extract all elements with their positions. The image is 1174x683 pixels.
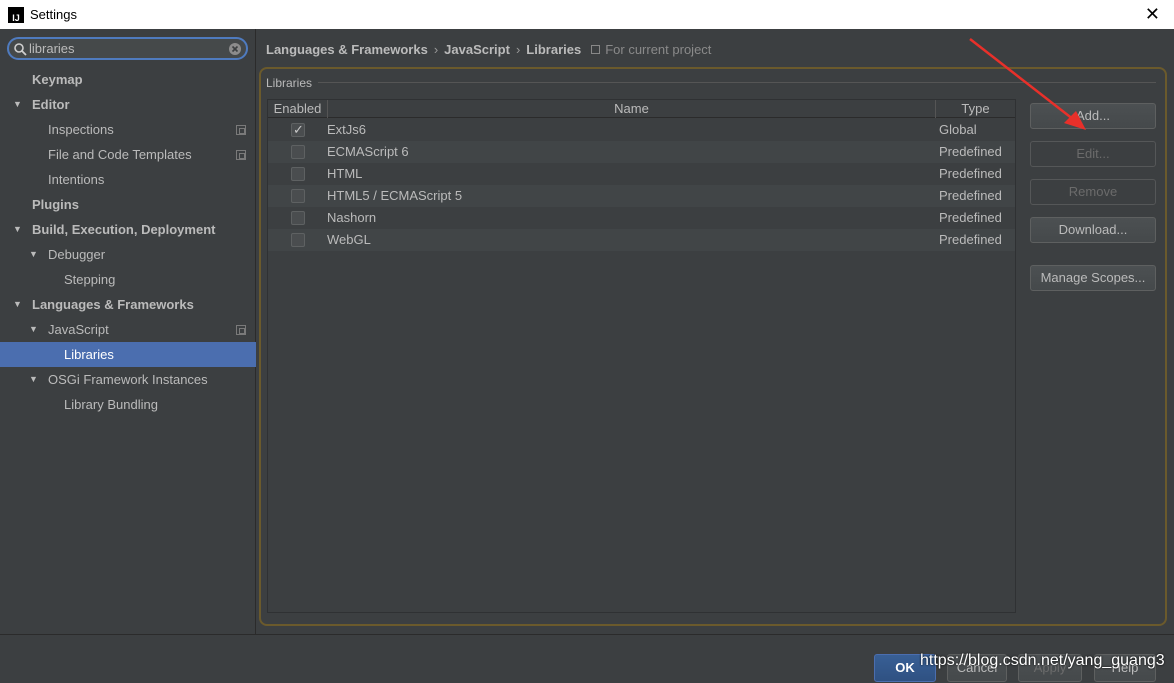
manage-scopes-button[interactable]: Manage Scopes... xyxy=(1030,265,1156,291)
settings-tree: Keymap ▼ Editor Inspections File and Code Te… xyxy=(0,67,256,417)
column-header-enabled[interactable]: Enabled xyxy=(268,100,328,118)
library-type: Predefined xyxy=(939,210,1002,225)
breadcrumb-item: Languages & Frameworks xyxy=(266,41,428,57)
library-name: ECMAScript 6 xyxy=(327,144,409,159)
expand-arrow-icon[interactable]: ▼ xyxy=(13,92,22,117)
breadcrumb-separator: › xyxy=(515,41,521,57)
tree-item-label: Editor xyxy=(32,97,70,112)
project-level-icon xyxy=(236,150,246,160)
tree-item[interactable]: ▼ Debugger xyxy=(0,242,256,267)
enabled-checkbox[interactable] xyxy=(291,189,305,203)
column-header-name[interactable]: Name xyxy=(328,100,936,118)
tree-item-label: Stepping xyxy=(64,272,116,287)
settings-search[interactable] xyxy=(7,37,248,60)
library-name: Nashorn xyxy=(327,210,377,225)
tree-item-label: JavaScript xyxy=(48,322,109,337)
project-level-icon xyxy=(236,325,246,335)
table-header: Enabled Name Type xyxy=(268,100,1015,118)
tree-item-label: Intentions xyxy=(48,172,105,187)
expand-arrow-icon[interactable]: ▼ xyxy=(13,217,22,242)
title-bar: IJ Settings ✕ xyxy=(0,0,1174,29)
tree-item[interactable]: Plugins xyxy=(0,192,256,217)
checkmark-icon: ✓ xyxy=(293,123,304,138)
clear-search-icon[interactable] xyxy=(228,42,242,56)
enabled-checkbox[interactable] xyxy=(291,167,305,181)
table-row[interactable]: ✓ ExtJs6 Global xyxy=(268,119,1015,141)
library-type: Predefined xyxy=(939,232,1002,247)
enabled-checkbox[interactable]: ✓ xyxy=(291,123,305,138)
library-type: Predefined xyxy=(939,188,1002,203)
tree-item-label: File and Code Templates xyxy=(48,147,192,162)
expand-arrow-icon[interactable]: ▼ xyxy=(29,242,38,267)
settings-sidebar: Keymap ▼ Editor Inspections File and Code Te… xyxy=(0,29,256,634)
library-name: HTML5 / ECMAScript 5 xyxy=(327,188,463,203)
tree-item[interactable]: ▼ Editor xyxy=(0,92,256,117)
close-window-icon[interactable]: ✕ xyxy=(1145,4,1160,25)
breadcrumb: Languages & Frameworks › JavaScript › Li… xyxy=(266,40,711,58)
download-library-button[interactable]: Download... xyxy=(1030,217,1156,243)
watermark-text: https://blog.csdn.net/yang_guang3 xyxy=(920,652,1165,669)
breadcrumb-item: Libraries xyxy=(526,41,582,57)
library-name: WebGL xyxy=(327,232,371,247)
search-icon xyxy=(14,42,27,56)
tree-item-label: Keymap xyxy=(32,72,83,87)
window-title: Settings xyxy=(30,7,77,22)
library-name: ExtJs6 xyxy=(327,122,367,137)
libraries-group-title: Libraries xyxy=(266,76,313,90)
breadcrumb-separator: › xyxy=(433,41,439,57)
tree-item-label: Languages & Frameworks xyxy=(32,297,194,312)
tree-item[interactable]: Keymap xyxy=(0,67,256,92)
expand-arrow-icon[interactable]: ▼ xyxy=(29,367,38,392)
library-type: Predefined xyxy=(939,166,1002,181)
tree-item[interactable]: Inspections xyxy=(0,117,256,142)
tree-item-label: Inspections xyxy=(48,122,114,137)
tree-item[interactable]: ▼ Languages & Frameworks xyxy=(0,292,256,317)
table-row[interactable]: HTML Predefined xyxy=(268,163,1015,185)
tree-item[interactable]: Intentions xyxy=(0,167,256,192)
tree-item[interactable]: ▼ OSGi Framework Instances xyxy=(0,367,256,392)
search-input[interactable] xyxy=(29,41,219,56)
project-level-icon xyxy=(236,125,246,135)
enabled-checkbox[interactable] xyxy=(291,211,305,225)
expand-arrow-icon[interactable]: ▼ xyxy=(29,317,38,342)
remove-library-button[interactable]: Remove xyxy=(1030,179,1156,205)
tree-item[interactable]: ▼ Build, Execution, Deployment xyxy=(0,217,256,242)
libraries-table: Enabled Name Type ✓ ExtJs6 Global ECMAScrip… xyxy=(267,99,1016,613)
enabled-checkbox[interactable] xyxy=(291,233,305,247)
table-row[interactable]: HTML5 / ECMAScript 5 Predefined xyxy=(268,185,1015,207)
table-row[interactable]: WebGL Predefined xyxy=(268,229,1015,251)
tree-item[interactable]: ▼ JavaScript xyxy=(0,317,256,342)
tree-item-label: OSGi Framework Instances xyxy=(48,372,208,387)
intellij-app-icon: IJ xyxy=(8,6,24,23)
tree-item[interactable]: Stepping xyxy=(0,267,256,292)
tree-item[interactable]: Libraries xyxy=(0,342,256,367)
tree-item-label: Debugger xyxy=(48,247,106,262)
expand-arrow-icon[interactable]: ▼ xyxy=(13,292,22,317)
tree-item-label: Libraries xyxy=(64,347,114,362)
table-row[interactable]: Nashorn Predefined xyxy=(268,207,1015,229)
project-scope-label: For current project xyxy=(605,41,712,57)
tree-item-label: Library Bundling xyxy=(64,397,158,412)
tree-item-label: Build, Execution, Deployment xyxy=(32,222,216,237)
table-row[interactable]: ECMAScript 6 Predefined xyxy=(268,141,1015,163)
library-name: HTML xyxy=(327,166,363,181)
tree-item[interactable]: File and Code Templates xyxy=(0,142,256,167)
project-scope-icon xyxy=(591,44,601,54)
tree-item[interactable]: Library Bundling xyxy=(0,392,256,417)
annotation-arrow-icon xyxy=(969,38,1086,130)
enabled-checkbox[interactable] xyxy=(291,145,305,159)
breadcrumb-item: JavaScript xyxy=(444,41,510,57)
tree-item-label: Plugins xyxy=(32,197,79,212)
